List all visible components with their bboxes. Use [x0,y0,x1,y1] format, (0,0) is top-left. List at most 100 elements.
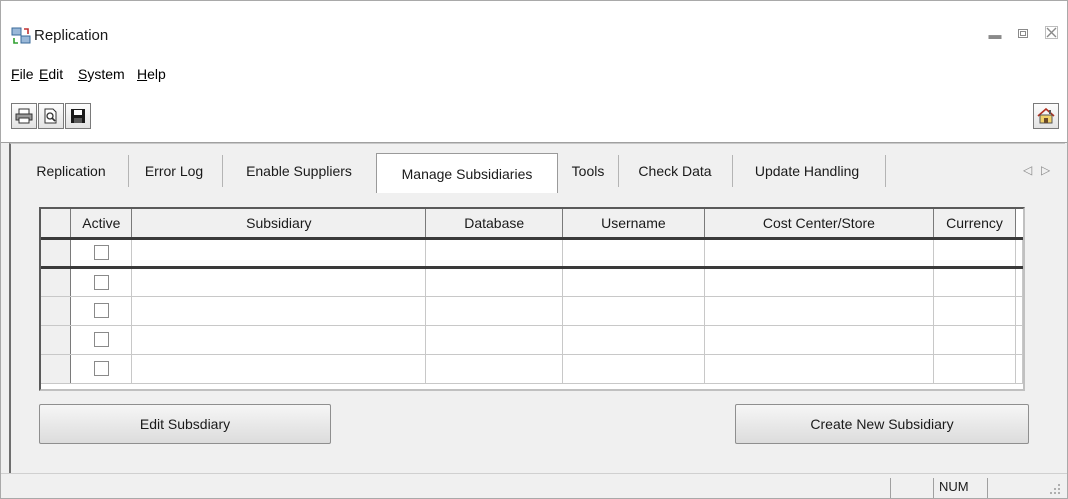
active-checkbox[interactable] [93,332,109,347]
filler-cell [1015,354,1023,384]
col-subsidiary-header[interactable]: Subsidiary [131,209,427,239]
main-panel: Replication Error Log Enable Suppliers M… [9,143,1065,473]
table-row[interactable] [41,236,1023,269]
subsidiaries-table: Active Subsidiary Database Username Cost… [41,209,1023,384]
replication-app-icon [11,27,31,44]
menu-bar: File Edit System Help [1,57,1067,91]
tab-error-log[interactable]: Error Log [131,151,217,191]
menu-help[interactable]: Help [137,66,166,82]
tab-replication[interactable]: Replication [19,151,123,191]
active-cell[interactable] [70,236,133,269]
currency-cell[interactable] [933,325,1016,355]
username-cell[interactable] [562,354,705,384]
close-icon[interactable] [1041,25,1061,45]
active-checkbox[interactable] [93,274,109,290]
subsidiary-cell[interactable] [131,354,427,384]
tab-check-data[interactable]: Check Data [621,151,729,191]
username-cell[interactable] [562,325,705,355]
toolbar [1,91,1067,143]
col-cost-center-header[interactable]: Cost Center/Store [704,209,935,239]
minimize-icon[interactable]: ▬ [985,25,1005,45]
database-cell[interactable] [425,354,564,384]
tab-separator [128,155,129,187]
edit-subsidiary-button[interactable]: Edit Subsdiary [39,404,331,444]
title-bar: Replication ▬ [1,1,1067,57]
window-title: Replication [34,27,109,44]
database-cell[interactable] [425,296,564,326]
tab-scroll-right-icon[interactable]: ▷ [1041,163,1050,177]
currency-cell[interactable] [933,236,1016,269]
row-header[interactable] [41,236,72,269]
active-cell[interactable] [70,296,133,326]
tab-manage-subsidiaries[interactable]: Manage Subsidiaries [376,153,558,193]
active-checkbox[interactable] [93,245,109,260]
username-cell[interactable] [562,236,705,269]
replication-window: Replication ▬ File Edit System Help Repl… [0,0,1068,499]
create-new-subsidiary-button[interactable]: Create New Subsidiary [735,404,1029,444]
username-cell[interactable] [562,296,705,326]
tab-enable-suppliers[interactable]: Enable Suppliers [225,151,373,191]
filler-cell [1015,325,1023,355]
home-button[interactable] [1033,103,1059,129]
subsidiary-cell[interactable] [131,267,427,297]
restore-icon[interactable] [1013,25,1033,45]
tab-separator [222,155,223,187]
tab-scroll-left-icon[interactable]: ◁ [1023,163,1032,177]
row-header[interactable] [41,296,72,326]
save-icon [71,109,85,123]
cost-center-cell[interactable] [704,236,935,269]
subsidiary-cell[interactable] [131,296,427,326]
database-cell[interactable] [425,236,564,269]
active-cell[interactable] [70,325,133,355]
cost-center-cell[interactable] [704,325,935,355]
table-row[interactable] [41,325,1023,355]
tab-separator [732,155,733,187]
subsidiary-cell[interactable] [131,325,427,355]
col-username-header[interactable]: Username [562,209,705,239]
row-header[interactable] [41,267,72,297]
table-row[interactable] [41,354,1023,384]
active-cell[interactable] [70,354,133,384]
currency-cell[interactable] [933,296,1016,326]
tab-update-handling[interactable]: Update Handling [735,151,879,191]
row-header-corner [41,209,72,239]
print-preview-icon [44,108,57,124]
active-checkbox[interactable] [93,361,109,376]
currency-cell[interactable] [933,267,1016,297]
col-currency-header[interactable]: Currency [933,209,1016,239]
print-button[interactable] [11,103,37,129]
print-preview-button[interactable] [38,103,64,129]
status-separator [933,478,934,498]
subsidiary-cell[interactable] [131,236,427,269]
filler-cell [1015,296,1023,326]
table-row[interactable] [41,267,1023,297]
filler-cell [1015,236,1023,269]
grid-header-row: Active Subsidiary Database Username Cost… [41,209,1023,239]
filler-cell [1015,267,1023,297]
col-active-header[interactable]: Active [70,209,133,239]
active-cell[interactable] [70,267,133,297]
print-icon [15,108,33,124]
cost-center-cell[interactable] [704,296,935,326]
database-cell[interactable] [425,325,564,355]
col-database-header[interactable]: Database [425,209,564,239]
menu-file[interactable]: File [11,66,34,82]
cost-center-cell[interactable] [704,354,935,384]
username-cell[interactable] [562,267,705,297]
row-header[interactable] [41,354,72,384]
tab-separator [618,155,619,187]
resize-grip-icon[interactable] [1049,483,1061,495]
table-row[interactable] [41,296,1023,326]
save-button[interactable] [65,103,91,129]
menu-system[interactable]: System [78,66,125,82]
currency-cell[interactable] [933,354,1016,384]
tab-separator [885,155,886,187]
subsidiaries-grid[interactable]: Active Subsidiary Database Username Cost… [39,207,1025,391]
cost-center-cell[interactable] [704,267,935,297]
tab-tools[interactable]: Tools [561,151,615,191]
menu-edit[interactable]: Edit [39,66,63,82]
row-header[interactable] [41,325,72,355]
active-checkbox[interactable] [93,303,109,318]
database-cell[interactable] [425,267,564,297]
status-separator [890,478,891,498]
